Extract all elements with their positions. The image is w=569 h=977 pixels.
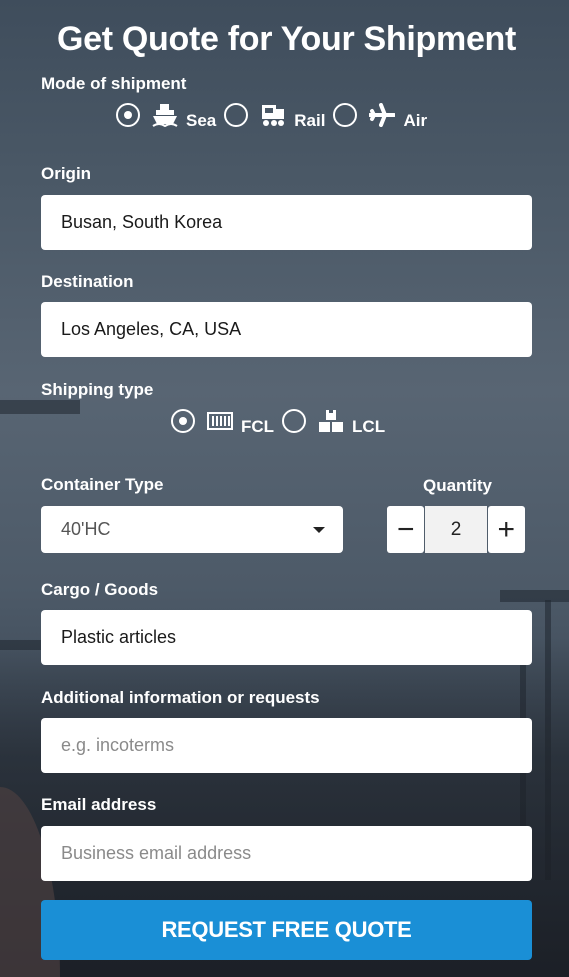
container-type-value: 40'HC xyxy=(61,519,111,539)
destination-label: Destination xyxy=(41,272,134,291)
cargo-input[interactable]: Plastic articles xyxy=(41,610,532,665)
request-quote-button[interactable]: REQUEST FREE QUOTE xyxy=(41,900,532,960)
quantity-increment-button[interactable]: + xyxy=(487,506,525,553)
lcl-label: LCL xyxy=(352,417,386,436)
ship-icon xyxy=(152,103,178,127)
container-icon xyxy=(207,410,233,432)
chevron-down-icon xyxy=(313,527,325,533)
mode-option-air[interactable]: Air xyxy=(333,103,427,130)
plane-icon xyxy=(369,103,396,127)
quantity-label: Quantity xyxy=(423,476,492,495)
shipping-option-lcl[interactable]: LCL xyxy=(282,409,385,436)
form-title: Get Quote for Your Shipment xyxy=(56,20,517,58)
radio-lcl[interactable] xyxy=(282,409,307,433)
shipping-type-label: Shipping type xyxy=(41,380,154,399)
destination-input[interactable]: Los Angeles, CA, USA xyxy=(41,302,532,357)
email-input[interactable]: Business email address xyxy=(41,826,532,881)
cargo-label: Cargo / Goods xyxy=(41,580,159,599)
mode-sea-label: Sea xyxy=(186,111,217,130)
radio-rail[interactable] xyxy=(224,103,249,127)
radio-sea[interactable] xyxy=(116,103,140,127)
boxes-icon xyxy=(318,409,344,433)
fcl-label: FCL xyxy=(241,417,275,436)
additional-info-input[interactable]: e.g. incoterms xyxy=(41,718,532,773)
quantity-stepper: − 2 + xyxy=(387,506,525,553)
shipping-option-fcl[interactable]: FCL xyxy=(171,409,274,436)
mode-rail-label: Rail xyxy=(294,111,326,130)
quantity-input[interactable]: 2 xyxy=(425,506,487,553)
mode-option-rail[interactable]: Rail xyxy=(224,103,325,130)
origin-input[interactable]: Busan, South Korea xyxy=(41,195,532,250)
email-label: Email address xyxy=(41,795,157,814)
mode-option-sea[interactable]: Sea xyxy=(116,103,216,130)
radio-air[interactable] xyxy=(333,103,358,127)
quantity-decrement-button[interactable]: − xyxy=(387,506,425,553)
mode-label: Mode of shipment xyxy=(41,74,187,93)
container-type-select[interactable]: 40'HC xyxy=(41,506,343,553)
mode-air-label: Air xyxy=(403,111,428,130)
additional-info-label: Additional information or requests xyxy=(41,688,320,707)
mode-radio-group: Sea Rail Air xyxy=(116,103,435,130)
train-icon xyxy=(260,103,286,127)
container-type-label: Container Type xyxy=(41,475,164,494)
origin-label: Origin xyxy=(41,164,92,183)
radio-fcl[interactable] xyxy=(171,409,195,433)
shipping-type-radio-group: FCL LCL xyxy=(171,409,393,436)
